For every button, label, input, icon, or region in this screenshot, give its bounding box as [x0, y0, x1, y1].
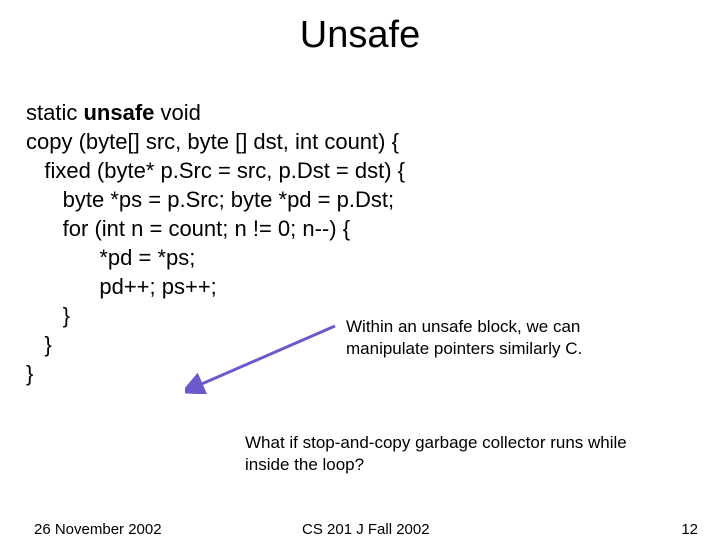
code-line-5: for (int n = count; n != 0; n--) { — [26, 216, 350, 241]
footer-date: 26 November 2002 — [34, 521, 162, 538]
code-line-10: } — [26, 361, 33, 386]
code-line-9: } — [26, 332, 52, 357]
code-line-1c: void — [161, 100, 201, 125]
code-line-8: } — [26, 303, 70, 328]
code-line-6: *pd = *ps; — [26, 245, 195, 270]
slide-title: Unsafe — [0, 14, 720, 57]
code-line-2: copy (byte[] src, byte [] dst, int count… — [26, 129, 399, 154]
annotation-unsafe-block: Within an unsafe block, we can manipulat… — [346, 316, 626, 360]
code-keyword-unsafe: unsafe — [83, 100, 160, 125]
footer-page-number: 12 — [681, 521, 698, 538]
code-line-4: byte *ps = p.Src; byte *pd = p.Dst; — [26, 187, 394, 212]
code-line-1a: static — [26, 100, 83, 125]
annotation-gc-question: What if stop-and-copy garbage collector … — [245, 432, 665, 476]
footer-course: CS 201 J Fall 2002 — [302, 521, 430, 538]
code-line-7: pd++; ps++; — [26, 274, 217, 299]
code-line-3: fixed (byte* p.Src = src, p.Dst = dst) { — [26, 158, 405, 183]
